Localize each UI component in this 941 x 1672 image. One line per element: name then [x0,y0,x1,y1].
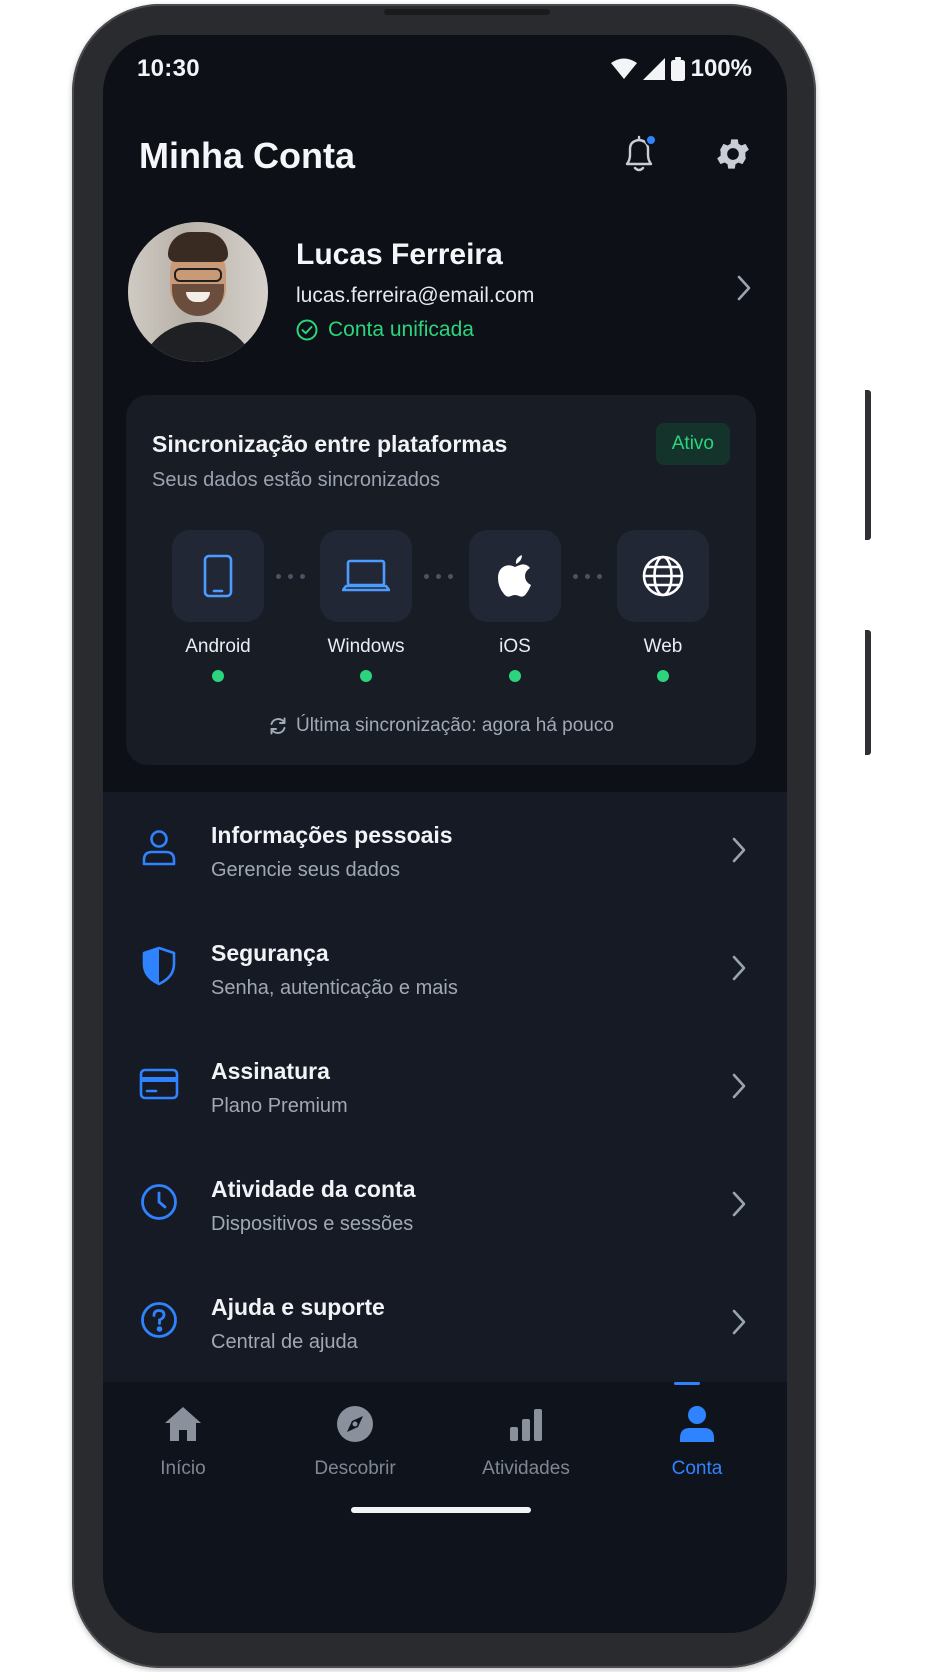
menu-item-subscription[interactable]: Assinatura Plano Premium [103,1028,787,1146]
shield-icon [142,946,176,986]
person-icon [680,1406,714,1442]
profile-name: Lucas Ferreira [296,238,503,271]
nav-item-activities[interactable]: Atividades [456,1402,596,1480]
menu-item-subtitle: Senha, autenticação e mais [211,977,458,999]
sync-subtitle: Seus dados estão sincronizados [152,469,440,491]
device-label: Web [643,636,683,657]
speaker-slit [384,9,550,15]
home-icon [165,1407,201,1441]
menu-item-title: Ajuda e suporte [211,1294,385,1320]
signal-icon [642,58,665,80]
device-web[interactable]: Web [617,530,709,682]
help-circle-icon [141,1302,177,1338]
device-windows[interactable]: Windows [320,530,412,682]
last-sync-text: Última sincronização: agora há pouco [296,715,614,736]
check-circle-icon [296,319,318,341]
connector-dots [276,574,305,579]
device-android[interactable]: Android [172,530,264,682]
notification-dot [645,134,657,146]
nav-label: Atividades [482,1458,570,1479]
last-sync-info: Última sincronização: agora há pouco [126,715,756,737]
device-ios[interactable]: iOS [469,530,561,682]
clock-icon [141,1184,177,1220]
power-button [865,630,871,755]
menu-item-account-activity[interactable]: Atividade da conta Dispositivos e sessõe… [103,1146,787,1264]
avatar [128,222,268,362]
nav-label: Descobrir [314,1458,396,1479]
chevron-right-icon [731,954,747,987]
chevron-right-icon [731,1308,747,1341]
nav-label: Conta [671,1458,723,1479]
chevron-right-icon [731,836,747,869]
settings-button[interactable] [707,128,759,180]
menu-item-subtitle: Dispositivos e sessões [211,1213,414,1235]
menu-item-title: Informações pessoais [211,822,453,848]
compass-icon [337,1406,373,1442]
nav-item-home[interactable]: Início [113,1402,253,1480]
sync-title: Sincronização entre plataformas [152,431,508,457]
status-icons: 100% [610,55,752,83]
connector-dots [573,574,602,579]
laptop-icon [342,559,390,592]
menu-item-title: Assinatura [211,1058,330,1084]
menu-item-subtitle: Plano Premium [211,1095,348,1117]
status-time: 10:30 [137,55,200,82]
sync-status-dot [509,670,521,682]
screen: 10:30 100% Minha Conta Lucas Ferreira lu… [103,35,787,1633]
account-status-label: Conta unificada [328,318,474,341]
active-tab-indicator [674,1382,700,1385]
device-label: Windows [327,636,405,657]
sync-status-dot [360,670,372,682]
chevron-right-icon [736,274,752,307]
profile-email: lucas.ferreira@email.com [296,284,535,307]
user-icon [142,830,176,866]
menu-item-security[interactable]: Segurança Senha, autenticação e mais [103,910,787,1028]
notifications-button[interactable] [613,128,665,180]
nav-item-account[interactable]: Conta [627,1402,767,1480]
account-status: Conta unificada [296,318,474,342]
sync-card: Sincronização entre plataformas Seus dad… [126,395,756,765]
sync-status-dot [212,670,224,682]
apple-icon [498,555,531,597]
bar-chart-icon [510,1409,542,1441]
connector-dots [424,574,453,579]
chevron-right-icon [731,1072,747,1105]
chevron-right-icon [731,1190,747,1223]
refresh-icon [270,717,286,735]
nav-item-discover[interactable]: Descobrir [285,1402,425,1480]
credit-card-icon [139,1068,179,1100]
page-title: Minha Conta [139,135,355,176]
smartphone-icon [203,554,233,598]
settings-menu: Informações pessoais Gerencie seus dados… [103,792,787,1392]
globe-icon [642,555,684,597]
battery-icon [670,57,685,81]
profile-card[interactable]: Lucas Ferreira lucas.ferreira@email.com … [128,222,758,364]
menu-item-subtitle: Central de ajuda [211,1331,358,1353]
sync-status-badge: Ativo [655,423,730,465]
device-label: iOS [499,636,531,657]
battery-level: 100% [690,55,752,82]
home-indicator[interactable] [351,1507,531,1513]
menu-item-subtitle: Gerencie seus dados [211,859,401,881]
gear-icon [717,139,749,169]
volume-button [865,390,871,540]
menu-item-personal-info[interactable]: Informações pessoais Gerencie seus dados [103,792,787,910]
menu-item-title: Segurança [211,940,329,966]
device-label: Android [185,636,251,657]
sync-status-dot [657,670,669,682]
menu-item-title: Atividade da conta [211,1176,416,1202]
wifi-icon [610,58,637,79]
menu-item-help-support[interactable]: Ajuda e suporte Central de ajuda [103,1264,787,1382]
nav-label: Início [160,1458,206,1479]
